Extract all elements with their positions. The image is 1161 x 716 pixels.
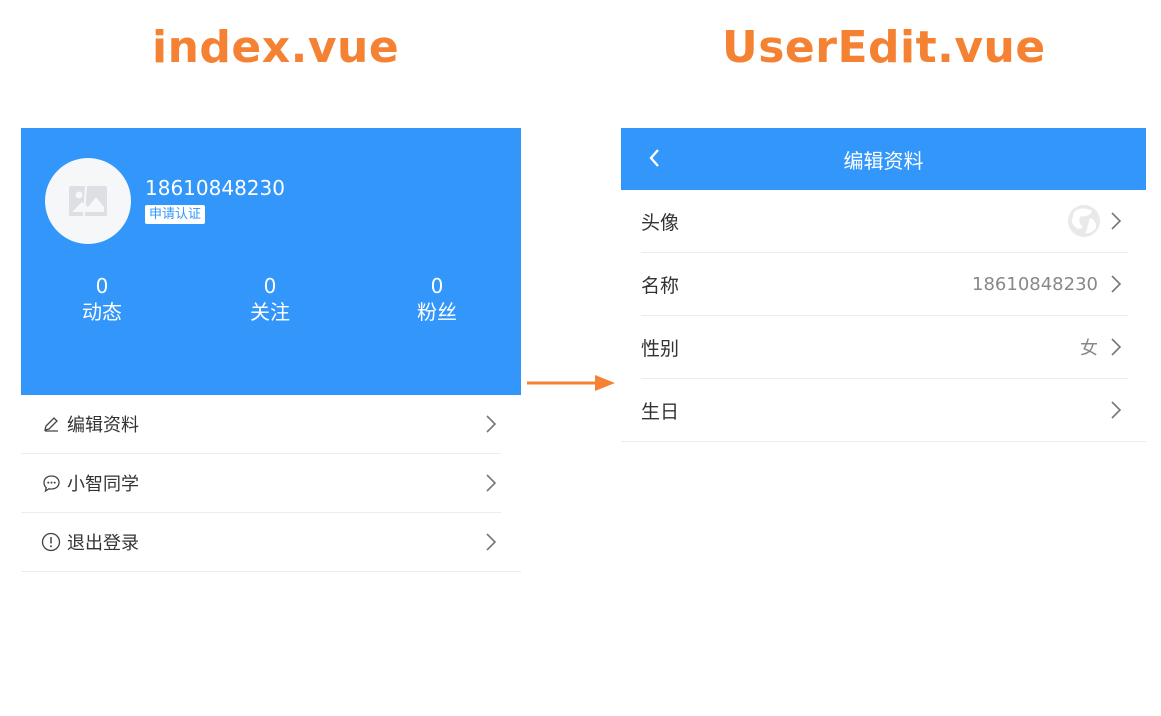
stat-following-label: 关注 <box>250 300 290 324</box>
chevron-right-icon <box>486 474 497 492</box>
menu-item-logout[interactable]: 退出登录 <box>21 513 521 572</box>
left-file-title: index.vue <box>152 22 400 73</box>
form-row-label: 生日 <box>641 400 680 423</box>
right-file-title: UserEdit.vue <box>722 22 1046 73</box>
alert-circle-icon <box>41 532 61 552</box>
stat-fans-count: 0 <box>430 274 444 298</box>
chevron-right-icon <box>486 415 497 433</box>
menu-item-edit-profile[interactable]: 编辑资料 <box>21 395 501 454</box>
menu-item-label: 编辑资料 <box>67 415 139 436</box>
profile-screen: 18610848230 申请认证 0 动态 0 关注 0 粉丝 编辑资料 小智同… <box>21 128 521 572</box>
form-row-name[interactable]: 名称 18610848230 <box>641 253 1128 316</box>
stat-following-count: 0 <box>263 274 277 298</box>
stat-fans[interactable]: 0 粉丝 <box>387 274 487 326</box>
stat-following[interactable]: 0 关注 <box>220 274 320 326</box>
edit-icon <box>41 414 61 434</box>
stat-fans-label: 粉丝 <box>417 300 457 324</box>
menu-item-assistant[interactable]: 小智同学 <box>21 454 501 513</box>
form-row-birthday[interactable]: 生日 <box>621 379 1146 442</box>
menu-item-label: 小智同学 <box>67 474 139 495</box>
avatar[interactable] <box>45 158 131 244</box>
form-row-value: 女 <box>1080 338 1098 359</box>
form-row-value: 18610848230 <box>972 273 1098 295</box>
user-edit-screen: 编辑资料 头像 名称 18610848230 性别 女 生日 <box>621 128 1146 442</box>
profile-header: 18610848230 申请认证 0 动态 0 关注 0 粉丝 <box>21 128 521 395</box>
form-row-avatar[interactable]: 头像 <box>641 190 1128 253</box>
chevron-right-icon <box>486 533 497 551</box>
apply-certification-badge[interactable]: 申请认证 <box>145 205 206 224</box>
stat-posts[interactable]: 0 动态 <box>52 274 152 326</box>
stat-posts-count: 0 <box>95 274 109 298</box>
nav-title: 编辑资料 <box>843 148 924 173</box>
back-chevron-icon[interactable] <box>647 147 661 169</box>
user-avatar-icon <box>1068 205 1100 237</box>
flow-arrow-icon <box>527 375 615 391</box>
nav-bar: 编辑资料 <box>621 128 1146 190</box>
username: 18610848230 <box>145 176 285 200</box>
chevron-right-icon <box>1111 275 1122 293</box>
profile-stats: 0 动态 0 关注 0 粉丝 <box>21 274 521 334</box>
chevron-right-icon <box>1111 401 1122 419</box>
stat-posts-label: 动态 <box>82 300 122 324</box>
form-row-label: 头像 <box>641 211 680 234</box>
form-row-label: 名称 <box>641 274 680 297</box>
form-row-gender[interactable]: 性别 女 <box>641 316 1128 379</box>
form-row-label: 性别 <box>641 337 680 360</box>
menu-item-label: 退出登录 <box>67 533 139 554</box>
image-placeholder-icon <box>69 185 107 217</box>
chat-icon <box>41 473 61 493</box>
chevron-right-icon <box>1111 338 1122 356</box>
chevron-right-icon <box>1111 212 1122 230</box>
